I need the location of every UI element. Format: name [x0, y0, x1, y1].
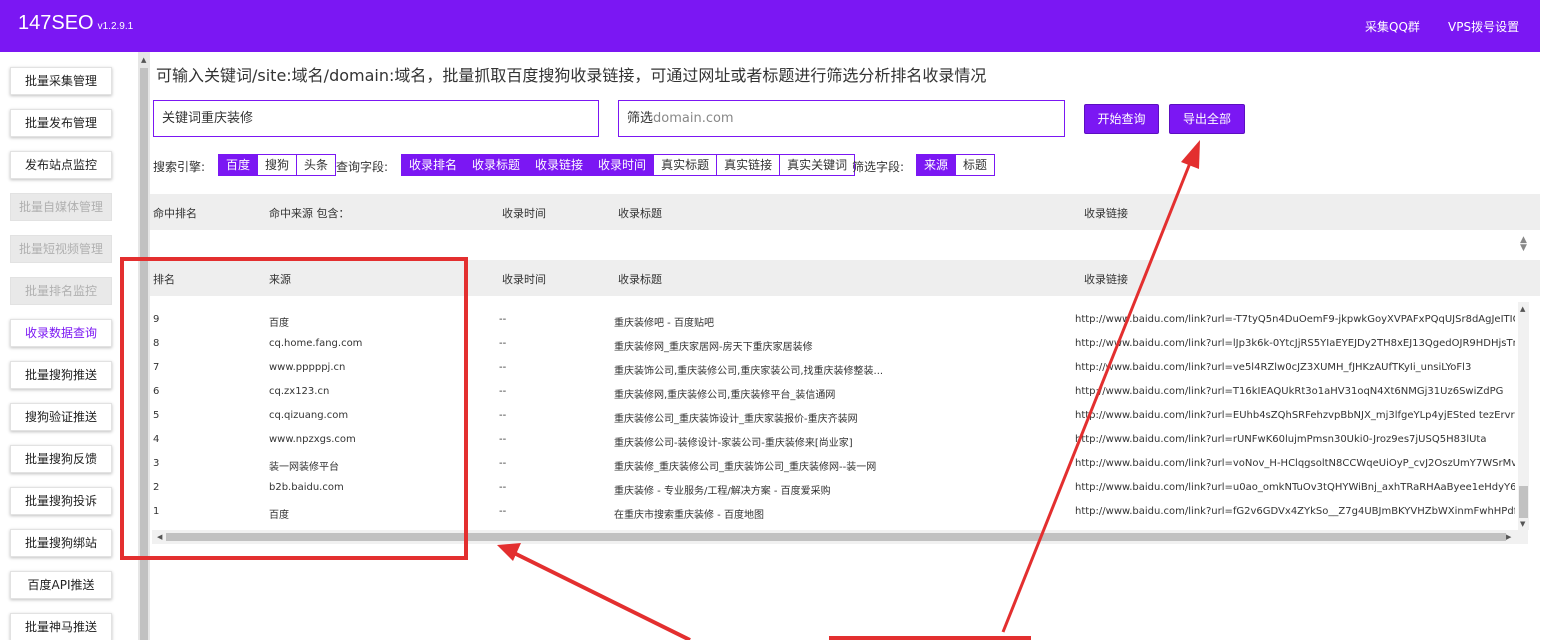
sidebar-scroll-up-icon[interactable]: ▲	[141, 56, 146, 64]
row-title: 重庆装饰公司,重庆装修公司,重庆家装公司,找重庆装修整装...	[614, 366, 884, 377]
sidebar-item-short-video: 批量短视频管理	[10, 235, 112, 263]
row-link[interactable]: http://www.baidu.com/link?url=-T7tyQ5n4D…	[1075, 314, 1515, 325]
sidebar-item-batch-collect[interactable]: 批量采集管理	[10, 67, 112, 95]
screen-field-label: 筛选字段:	[852, 160, 905, 174]
page-title: 可输入关键词/site:域名/domain:域名，批量抓取百度搜狗收录链接，可通…	[156, 66, 987, 85]
query-field-title[interactable]: 收录标题	[465, 155, 529, 175]
row-title: 重庆装修公司_重庆装饰设计_重庆家装报价-重庆齐装网	[614, 414, 858, 425]
row-link[interactable]: http://www.baidu.com/link?url=lJp3k6k-0Y…	[1075, 338, 1515, 349]
engine-option-toutiao[interactable]: 头条	[297, 155, 336, 175]
row-title: 重庆装修网_重庆家居网-房天下重庆家居装修	[614, 342, 813, 353]
query-field-time[interactable]: 收录时间	[591, 155, 655, 175]
query-field-label: 查询字段:	[336, 160, 389, 174]
hit-filter-row[interactable]	[150, 230, 1540, 260]
query-field-real-link[interactable]: 真实链接	[717, 155, 781, 175]
row-title: 重庆装修网,重庆装修公司,重庆装修平台_装信通网	[614, 390, 836, 401]
row-time: --	[499, 506, 507, 517]
row-time: --	[499, 386, 507, 397]
keyword-input[interactable]: 关键词重庆装修	[153, 100, 599, 137]
app-title: 147SEO	[18, 12, 94, 34]
sidebar-item-sogou-verify-push[interactable]: 搜狗验证推送	[10, 403, 112, 431]
row-time: --	[499, 410, 507, 421]
sidebar-item-batch-publish[interactable]: 批量发布管理	[10, 109, 112, 137]
query-field-real-title[interactable]: 真实标题	[654, 155, 718, 175]
number-spinner-icon[interactable]: ▲ ▼	[1520, 236, 1527, 253]
row-time: --	[499, 434, 507, 445]
app-brand: 147SEO v1.2.9.1	[18, 12, 133, 35]
row-link[interactable]: http://www.baidu.com/link?url=ve5l4RZlw0…	[1075, 362, 1515, 373]
start-query-button[interactable]: 开始查询	[1084, 104, 1159, 134]
hit-source-header: 命中来源 包含：	[269, 207, 350, 220]
engine-selector: 百度 搜狗 头条	[218, 154, 337, 176]
row-link[interactable]: http://www.baidu.com/link?url=voNov_H-HC…	[1075, 458, 1515, 469]
query-field-rank[interactable]: 收录排名	[402, 155, 466, 175]
sidebar-item-sogou-feedback[interactable]: 批量搜狗反馈	[10, 445, 112, 473]
row-time: --	[499, 362, 507, 373]
time-header: 收录时间	[502, 273, 546, 286]
row-title: 重庆装修 - 专业服务/工程/解决方案 - 百度爱采购	[614, 486, 831, 497]
filter-input-placeholder: domain.com	[653, 111, 734, 126]
sidebar-item-baidu-api-push[interactable]: 百度API推送	[10, 571, 112, 599]
sidebar: 批量采集管理 批量发布管理 发布站点监控 批量自媒体管理 批量短视频管理 批量排…	[0, 52, 138, 640]
page-gutter	[1540, 0, 1548, 640]
engine-label: 搜索引擎:	[153, 160, 206, 174]
filter-input-label: 筛选	[627, 111, 654, 126]
screen-field-title[interactable]: 标题	[956, 155, 995, 175]
row-time: --	[499, 338, 507, 349]
row-link[interactable]: http://www.baidu.com/link?url=T16kIEAQUk…	[1075, 386, 1515, 397]
hit-link-header: 收录链接	[1084, 207, 1128, 220]
sidebar-item-sogou-complaint[interactable]: 批量搜狗投诉	[10, 487, 112, 515]
annotation-underline	[829, 636, 1031, 640]
sidebar-item-shenma-push[interactable]: 批量神马推送	[10, 613, 112, 640]
row-title: 重庆装修_重庆装修公司_重庆装饰公司_重庆装修网--装一网	[614, 462, 877, 473]
hit-filter-header: 命中排名 命中来源 包含： 收录时间 收录标题 收录链接	[150, 194, 1540, 230]
row-time: --	[499, 458, 507, 469]
hit-time-header: 收录时间	[502, 207, 546, 220]
row-link[interactable]: http://www.baidu.com/link?url=rUNFwK60lu…	[1075, 434, 1515, 445]
query-field-link[interactable]: 收录链接	[528, 155, 592, 175]
app-header: 147SEO v1.2.9.1 采集QQ群 VPS拨号设置	[0, 0, 1540, 52]
sidebar-item-rank-monitor: 批量排名监控	[10, 277, 112, 305]
sidebar-item-self-media: 批量自媒体管理	[10, 193, 112, 221]
hit-title-header: 收录标题	[618, 207, 662, 220]
sidebar-item-sogou-bind[interactable]: 批量搜狗绑站	[10, 529, 112, 557]
screen-field-source[interactable]: 来源	[917, 155, 957, 175]
app-version: v1.2.9.1	[97, 21, 134, 32]
scroll-right-icon[interactable]: ▶	[1506, 533, 1511, 541]
results-vertical-scrollbar-thumb[interactable]	[1519, 486, 1528, 518]
row-time: --	[499, 482, 507, 493]
row-title: 重庆装修公司-装修设计-家装公司-重庆装修来[尚业家]	[614, 438, 853, 449]
row-link[interactable]: http://www.baidu.com/link?url=u0ao_omkNT…	[1075, 482, 1515, 493]
scroll-down-icon[interactable]: ▼	[1520, 520, 1525, 528]
hit-rank-header: 命中排名	[153, 207, 197, 220]
row-title: 重庆装修吧 - 百度贴吧	[614, 318, 714, 329]
engine-option-sogou[interactable]: 搜狗	[258, 155, 298, 175]
export-all-button[interactable]: 导出全部	[1169, 104, 1245, 134]
row-link[interactable]: http://www.baidu.com/link?url=fG2v6GDVx4…	[1075, 506, 1515, 517]
qq-group-link[interactable]: 采集QQ群	[1365, 18, 1420, 35]
screen-field-selector: 来源 标题	[916, 154, 996, 176]
query-field-real-keyword[interactable]: 真实关键词	[780, 155, 855, 175]
sidebar-item-index-query[interactable]: 收录数据查询	[10, 319, 112, 347]
sidebar-item-sogou-push[interactable]: 批量搜狗推送	[10, 361, 112, 389]
row-link[interactable]: http://www.baidu.com/link?url=EUhb4sZQhS…	[1075, 410, 1515, 421]
row-title: 在重庆市搜索重庆装修 - 百度地图	[614, 510, 764, 521]
annotation-highlight-box	[120, 257, 468, 560]
row-time: --	[499, 314, 507, 325]
scroll-up-icon[interactable]: ▲	[1520, 305, 1525, 313]
engine-option-baidu[interactable]: 百度	[219, 155, 259, 175]
sidebar-item-site-monitor[interactable]: 发布站点监控	[10, 151, 112, 179]
vps-dial-settings-link[interactable]: VPS拨号设置	[1448, 18, 1519, 35]
title-header: 收录标题	[618, 273, 662, 286]
filter-input[interactable]: 筛选domain.com	[618, 100, 1065, 137]
link-header: 收录链接	[1084, 273, 1128, 286]
query-field-selector: 收录排名 收录标题 收录链接 收录时间 真实标题 真实链接 真实关键词	[401, 154, 856, 176]
